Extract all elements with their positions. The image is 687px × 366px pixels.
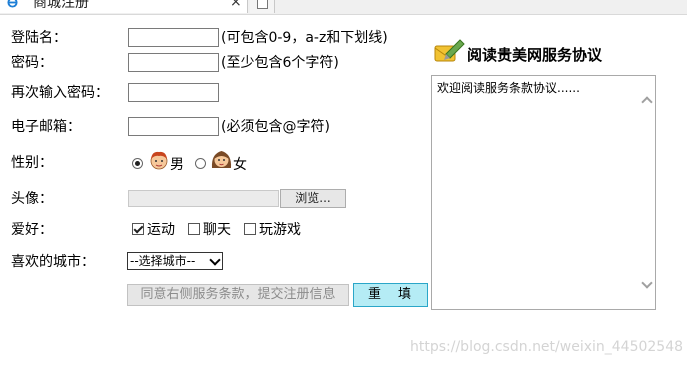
scroll-up-icon[interactable] — [641, 96, 653, 108]
hobby-sports-checkbox[interactable] — [132, 223, 144, 235]
username-hint: (可包含0-9，a-z和下划线) — [221, 30, 388, 46]
password-input[interactable] — [128, 53, 219, 72]
confirm-password-label: 再次输入密码： — [11, 85, 109, 101]
agreement-title: 阅读贵美网服务协议 — [467, 46, 603, 64]
hobby-chat-label: 聊天 — [203, 222, 231, 238]
avatar-label: 头像： — [11, 191, 53, 207]
ie-icon — [7, 0, 18, 8]
email-hint: (必须包含@字符) — [221, 119, 330, 135]
username-input[interactable] — [128, 28, 219, 47]
gender-female-radio[interactable] — [195, 158, 206, 169]
confirm-password-input[interactable] — [128, 83, 219, 102]
submit-button[interactable]: 同意右侧服务条款，提交注册信息 — [127, 284, 349, 306]
hobby-games-label: 玩游戏 — [259, 222, 301, 238]
new-tab-button[interactable] — [250, 0, 275, 13]
new-tab-icon — [257, 0, 268, 9]
username-label: 登陆名： — [11, 30, 67, 46]
gender-female-label: 女 — [233, 157, 247, 173]
chevron-down-icon — [209, 254, 221, 266]
female-avatar-icon — [211, 151, 232, 168]
gender-male-label: 男 — [170, 157, 184, 173]
gender-male-radio[interactable] — [132, 158, 143, 169]
reset-button[interactable]: 重 填 — [353, 283, 428, 307]
tab-registration[interactable]: 商城注册 × — [0, 0, 248, 13]
pen-icon — [434, 39, 465, 62]
tab-close-icon[interactable]: × — [230, 0, 242, 11]
email-input[interactable] — [128, 117, 219, 136]
avatar-file-field[interactable] — [128, 190, 279, 207]
gender-label: 性别： — [11, 155, 53, 171]
city-select-value: --选择城市-- — [130, 254, 196, 268]
tab-bar: 商城注册 × — [0, 0, 687, 15]
hobby-chat-checkbox[interactable] — [188, 223, 200, 235]
watermark: https://blog.csdn.net/weixin_44502548 — [410, 339, 684, 355]
city-label: 喜欢的城市： — [11, 254, 95, 270]
male-avatar-icon — [150, 151, 168, 170]
tab-title: 商城注册 — [33, 0, 89, 11]
terms-text: 欢迎阅读服务条款协议...... — [437, 81, 580, 95]
email-label: 电子邮箱： — [11, 119, 81, 135]
hobby-label: 爱好： — [11, 222, 53, 238]
password-label: 密码： — [11, 55, 53, 71]
password-hint: (至少包含6个字符) — [221, 55, 339, 71]
browse-button[interactable]: 浏览... — [280, 189, 346, 208]
city-select[interactable]: --选择城市-- — [127, 252, 223, 270]
scroll-down-icon[interactable] — [641, 277, 653, 289]
hobby-sports-label: 运动 — [147, 222, 175, 238]
hobby-games-checkbox[interactable] — [244, 223, 256, 235]
terms-textarea[interactable]: 欢迎阅读服务条款协议...... — [431, 75, 656, 310]
